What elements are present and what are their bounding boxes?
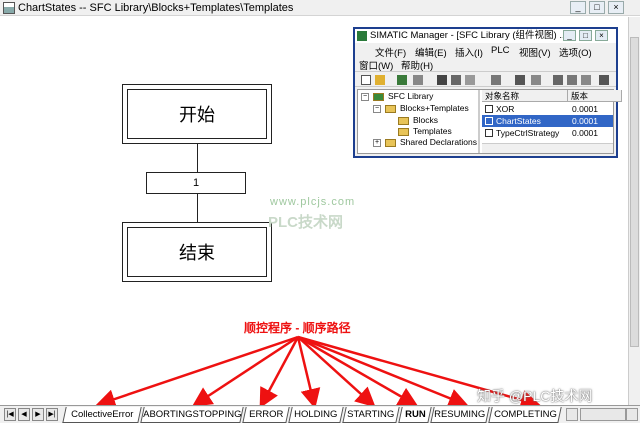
arrow — [297, 335, 419, 407]
hscroll-right-button[interactable] — [626, 408, 638, 421]
tab-holding[interactable]: HOLDING — [288, 407, 344, 423]
arrow — [296, 336, 321, 409]
arrow — [297, 335, 469, 408]
tab-starting[interactable]: STARTING — [342, 407, 400, 423]
tab-error[interactable]: ERROR — [242, 407, 290, 423]
main-window: ChartStates -- SFC Library\Blocks+Templa… — [0, 0, 640, 423]
first-tab-button[interactable]: |◀ — [4, 408, 16, 421]
footer-watermark: 知乎 @PLC技术网 — [477, 388, 593, 404]
tab-completing[interactable]: COMPLETING — [488, 407, 562, 423]
annotation-arrows — [95, 335, 541, 410]
tab-run[interactable]: RUN — [398, 407, 432, 423]
sheet-tab-bar: |◀ ◀ ▶ ▶| CollectiveError ABORTINGSTOPPI… — [0, 405, 640, 423]
next-tab-button[interactable]: ▶ — [32, 408, 44, 421]
hscroll-left-button[interactable] — [566, 408, 578, 421]
tab-abortingstopping[interactable]: ABORTINGSTOPPING — [140, 407, 244, 423]
tab-collectiveerror[interactable]: CollectiveError — [62, 407, 142, 423]
arrow — [191, 335, 299, 407]
tab-resuming[interactable]: RESUMING — [430, 407, 490, 423]
prev-tab-button[interactable]: ◀ — [18, 408, 30, 421]
last-tab-button[interactable]: ▶| — [46, 408, 58, 421]
hscroll-track[interactable] — [580, 408, 626, 421]
